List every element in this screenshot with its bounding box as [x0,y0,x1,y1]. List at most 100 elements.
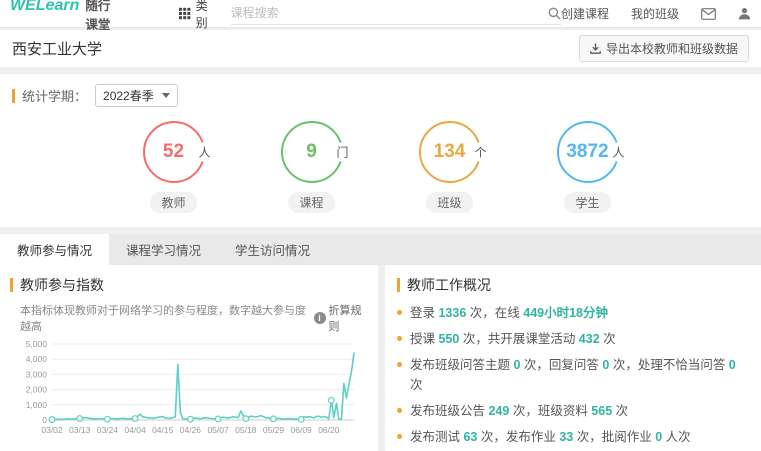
tab-student-visits[interactable]: 学生访问情况 [218,234,327,265]
stat-label: 班级 [426,192,472,213]
brand-text: WELearn [10,0,79,15]
svg-text:2,000: 2,000 [26,385,48,395]
tab-content: 教师参与指数 本指标体现教师对于网络学习的参与程度，数字越大参与度越高 i 折算… [0,265,761,451]
svg-text:3,000: 3,000 [26,369,48,379]
bullet-icon [397,362,402,367]
stat-teachers: 52 人 教师 [143,121,205,213]
participation-index-panel: 教师参与指数 本指标体现教师对于网络学习的参与程度，数字越大参与度越高 i 折算… [0,265,378,451]
svg-text:03/24: 03/24 [97,425,119,435]
svg-text:04/04: 04/04 [124,425,146,435]
work-stat-text: 授课 [410,332,438,346]
messages-button[interactable] [701,8,716,20]
work-stat-text: 次，共开展课堂活动 [459,332,578,346]
stat-value: 9 [306,141,317,163]
navbar-right: 创建课程 我的班级 [561,5,751,22]
work-stat-text: 次 [612,404,628,418]
search-input[interactable] [231,6,548,20]
grid-icon [179,7,190,20]
stat-unit: 个 [473,143,487,162]
work-stat-number: 1336 [438,306,466,320]
teacher-work-panel: 教师工作概况 登录 1336 次，在线 449小时18分钟授课 550 次，共开… [385,265,761,451]
account-button[interactable] [738,7,751,20]
work-stat-text: 次，发布作业 [477,430,559,444]
bullet-icon [397,336,402,341]
my-classes-link[interactable]: 我的班级 [631,5,679,22]
line-chart-svg: 01,0002,0003,0004,0005,00003/0203/1303/2… [10,336,366,446]
work-panel-title: 教师工作概况 [407,275,491,295]
svg-text:0: 0 [42,415,47,425]
work-stat-number: 432 [579,332,600,346]
work-stat-number: 63 [463,430,477,444]
stat-label: 课程 [288,192,334,213]
accent-bar [12,89,15,103]
stat-unit: 人 [197,143,211,162]
participation-panel-title: 教师参与指数 [20,275,104,295]
conversion-rule-link[interactable]: 折算规则 [329,302,371,334]
work-stat-number: 449小时18分钟 [523,306,608,320]
work-stat-text: 次 [410,378,423,392]
work-list-item: 发布班级问答主题 0 次，回复问答 0 次，处理不恰当问答 0 次 [397,355,749,395]
stat-label: 学生 [564,192,610,213]
svg-text:04/26: 04/26 [180,425,202,435]
course-search [231,3,561,25]
create-course-link[interactable]: 创建课程 [561,5,609,22]
semester-filter-label: 统计学期： [22,86,87,105]
svg-text:05/07: 05/07 [207,425,229,435]
semester-stats-card: 统计学期： 2022春季 52 人 教师 9 门 课程 [0,74,761,227]
category-menu[interactable]: 类别 [179,0,216,31]
work-list-item: 授课 550 次，共开展课堂活动 432 次 [397,329,749,349]
report-tabs: 教师参与情况 课程学习情况 学生访问情况 [0,234,761,265]
work-list-item: 发布测试 63 次，发布作业 33 次，批阅作业 0 人次 [397,427,749,447]
work-list-item: 登录 1336 次，在线 449小时18分钟 [397,303,749,323]
work-stat-text: 发布班级公告 [410,404,488,418]
user-icon [738,7,751,20]
svg-text:06/20: 06/20 [318,425,340,435]
svg-text:03/13: 03/13 [69,425,91,435]
work-stat-text: 次，处理不恰当问答 [609,358,728,372]
stat-circles: 52 人 教师 9 门 课程 134 个 班级 [12,121,749,213]
bullet-icon [397,434,402,439]
participation-line-chart: 01,0002,0003,0004,0005,00003/0203/1303/2… [10,336,370,451]
svg-text:5,000: 5,000 [26,339,48,349]
page-title: 西安工业大学 [12,38,102,59]
work-stat-text: 次，班级资料 [509,404,591,418]
work-stat-text: 次，在线 [466,306,523,320]
work-stat-text: 登录 [410,306,438,320]
bullet-icon [397,310,402,315]
top-navbar: WELearn 随行课堂 类别 创建课程 我的班级 [0,0,761,28]
export-data-button[interactable]: 导出本校教师和班级数据 [579,35,749,62]
work-stat-text: 次 [600,332,616,346]
work-stat-text: 次，批阅作业 [573,430,655,444]
download-icon [590,43,601,54]
work-stat-text: 发布测试 [410,430,463,444]
welearn-admin-page: WELearn 随行课堂 类别 创建课程 我的班级 西安工业大学 导出本校教师和… [0,0,761,451]
work-stat-text: 次，回复问答 [520,358,602,372]
tab-teacher-participation[interactable]: 教师参与情况 [0,234,109,265]
tab-course-learning[interactable]: 课程学习情况 [109,234,218,265]
work-stat-number: 33 [559,430,573,444]
stat-unit: 人 [611,143,625,162]
svg-text:1,000: 1,000 [26,400,48,410]
work-stat-number: 565 [591,404,612,418]
info-icon[interactable]: i [314,312,326,324]
export-button-label: 导出本校教师和班级数据 [606,40,738,57]
category-label: 类别 [196,0,217,31]
teacher-work-list: 登录 1336 次，在线 449小时18分钟授课 550 次，共开展课堂活动 4… [397,303,749,451]
stat-unit: 门 [335,143,349,162]
search-icon[interactable] [548,7,561,20]
work-stat-number: 0 [729,358,736,372]
stat-courses: 9 门 课程 [281,121,343,213]
school-header: 西安工业大学 导出本校教师和班级数据 [0,30,761,67]
work-list-item: 发布班级公告 249 次，班级资料 565 次 [397,401,749,421]
participation-description: 本指标体现教师对于网络学习的参与程度，数字越大参与度越高 [20,302,311,334]
brand-suffix-text: 随行课堂 [85,0,121,33]
chevron-down-icon [162,93,170,98]
semester-select[interactable]: 2022春季 [95,84,178,107]
work-stat-text: 人次 [662,430,690,444]
stat-classes: 134 个 班级 [419,121,481,213]
semester-select-value: 2022春季 [103,87,154,104]
svg-text:05/29: 05/29 [263,425,285,435]
work-stat-number: 249 [488,404,509,418]
bullet-icon [397,408,402,413]
welearn-logo[interactable]: WELearn 随行课堂 [10,0,121,33]
